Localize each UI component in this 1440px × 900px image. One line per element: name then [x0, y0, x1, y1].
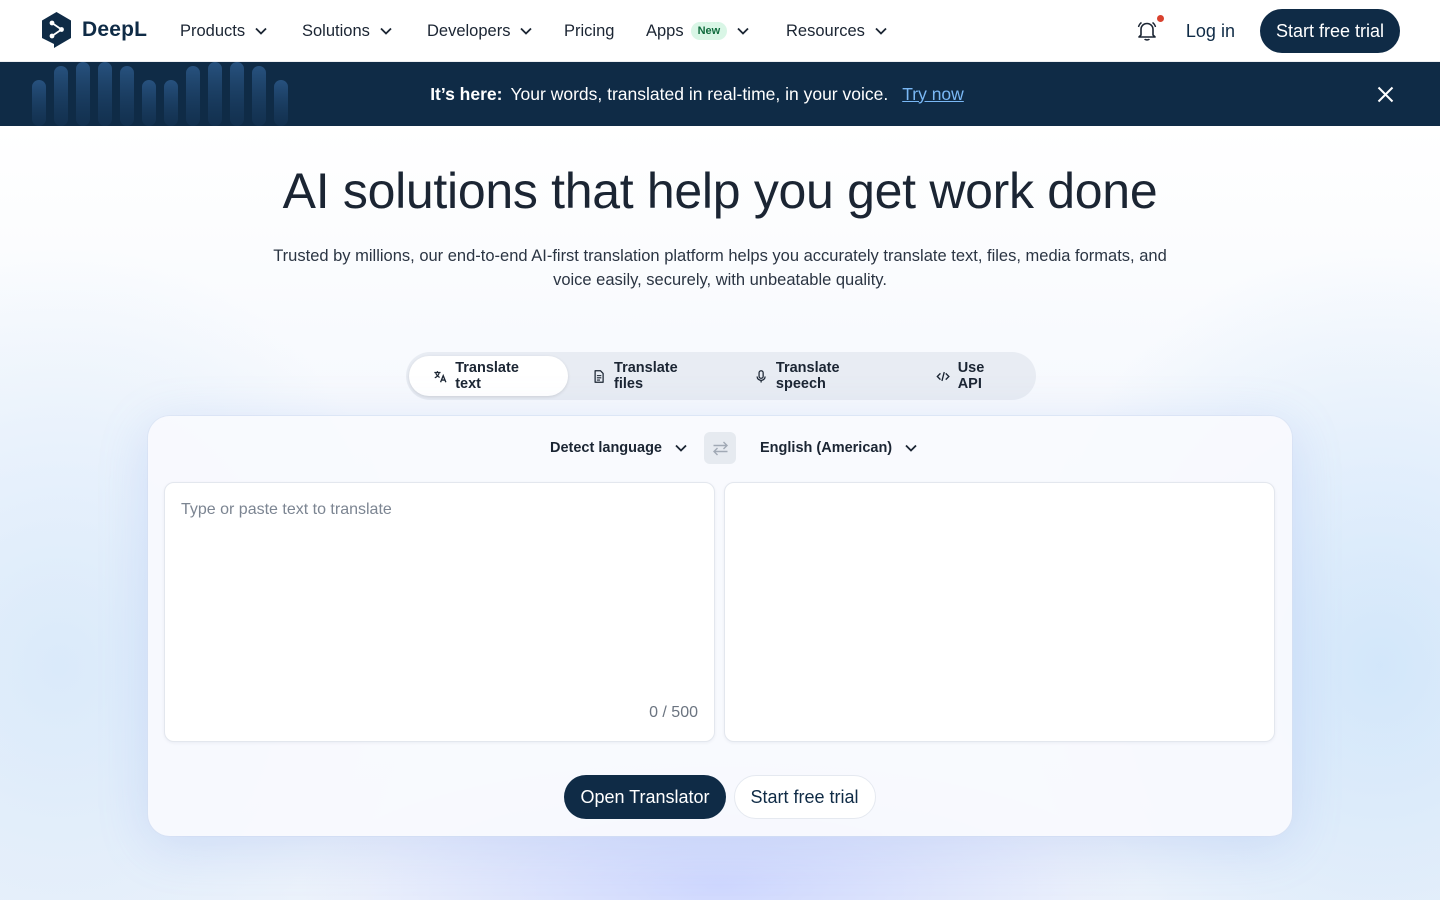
close-icon[interactable] [1377, 86, 1394, 103]
code-icon [935, 371, 950, 381]
character-counter: 0 / 500 [649, 704, 698, 721]
main-menu: Products Solutions Developers Pricing Ap… [180, 0, 887, 62]
translation-mode-tabs: Translate text Translate files Translate… [406, 352, 1036, 400]
tab-label: Translate text [455, 360, 519, 392]
nav-item-label: Resources [786, 21, 865, 40]
tab-use-api[interactable]: Use API [912, 356, 1034, 396]
source-language-label: Detect language [550, 440, 662, 456]
microphone-icon [756, 369, 766, 383]
banner-message: It’s here: Your words, translated in rea… [430, 84, 964, 105]
deepl-logo[interactable]: DeepL [40, 11, 147, 49]
tab-translate-speech[interactable]: Translate speech [730, 356, 912, 396]
nav-item-label: Solutions [302, 21, 370, 40]
chevron-down-icon [255, 27, 267, 35]
tab-translate-text[interactable]: Translate text [409, 356, 568, 396]
chevron-down-icon [675, 444, 687, 452]
tab-translate-files[interactable]: Translate files [568, 356, 730, 396]
nav-item-resources[interactable]: Resources [786, 0, 887, 62]
tab-label: Use API [957, 360, 985, 392]
banner-text: Your words, translated in real-time, in … [510, 83, 889, 104]
chevron-down-icon [380, 27, 392, 35]
source-language-select[interactable]: Detect language [550, 432, 687, 464]
target-language-label: English (American) [760, 440, 893, 456]
nav-item-label: Apps [646, 21, 684, 40]
nav-item-developers[interactable]: Developers [427, 0, 564, 62]
nav-item-label: Developers [427, 21, 511, 40]
tab-label: Translate speech [775, 360, 840, 392]
start-free-trial-secondary-button[interactable]: Start free trial [733, 775, 876, 819]
open-translator-button[interactable]: Open Translator [564, 775, 726, 819]
source-text-pane: 0 / 500 [164, 482, 715, 742]
top-navigation: DeepL Products Solutions Developers Pric… [0, 0, 1440, 62]
nav-item-apps[interactable]: Apps New [646, 0, 786, 62]
target-text-pane [724, 482, 1275, 742]
tab-label: Translate files [614, 360, 678, 392]
try-now-link[interactable]: Try now [902, 84, 964, 105]
nav-item-solutions[interactable]: Solutions [302, 0, 427, 62]
nav-item-label: Pricing [564, 21, 615, 40]
translator-actions: Open Translator Start free trial [148, 775, 1292, 819]
start-free-trial-button[interactable]: Start free trial [1259, 9, 1400, 53]
banner-label: It’s here: [430, 83, 503, 104]
login-link[interactable]: Log in [1186, 21, 1235, 42]
hero-title: AI solutions that help you get work done [282, 163, 1158, 219]
deepl-logo-icon [42, 12, 71, 48]
logo-text: DeepL [82, 18, 148, 41]
chevron-down-icon [737, 27, 749, 35]
source-text-input[interactable] [165, 483, 714, 741]
nav-item-label: Products [180, 21, 246, 40]
hero-subtitle: Trusted by millions, our end-to-end AI-f… [273, 247, 1167, 289]
sound-wave-decoration [32, 62, 288, 126]
bell-icon [1137, 21, 1157, 41]
new-badge: New [690, 22, 728, 40]
language-selector-row: Detect language English (American) [148, 432, 1292, 464]
target-language-select[interactable]: English (American) [760, 432, 917, 464]
translate-icon [434, 370, 447, 383]
notification-dot [1156, 15, 1164, 22]
chevron-down-icon [875, 27, 887, 35]
file-icon [594, 369, 604, 383]
announcement-banner: It’s here: Your words, translated in rea… [0, 62, 1440, 126]
nav-item-products[interactable]: Products [180, 0, 302, 62]
swap-languages-button[interactable] [704, 432, 736, 464]
chevron-down-icon [520, 27, 533, 35]
swap-icon [712, 441, 728, 455]
nav-actions: Log in Start free trial [1136, 0, 1400, 62]
chevron-down-icon [905, 444, 917, 452]
nav-item-pricing[interactable]: Pricing [564, 0, 646, 62]
translator-card: Detect language English (American) 0 / 5… [148, 416, 1292, 836]
notifications-button[interactable] [1136, 15, 1164, 42]
